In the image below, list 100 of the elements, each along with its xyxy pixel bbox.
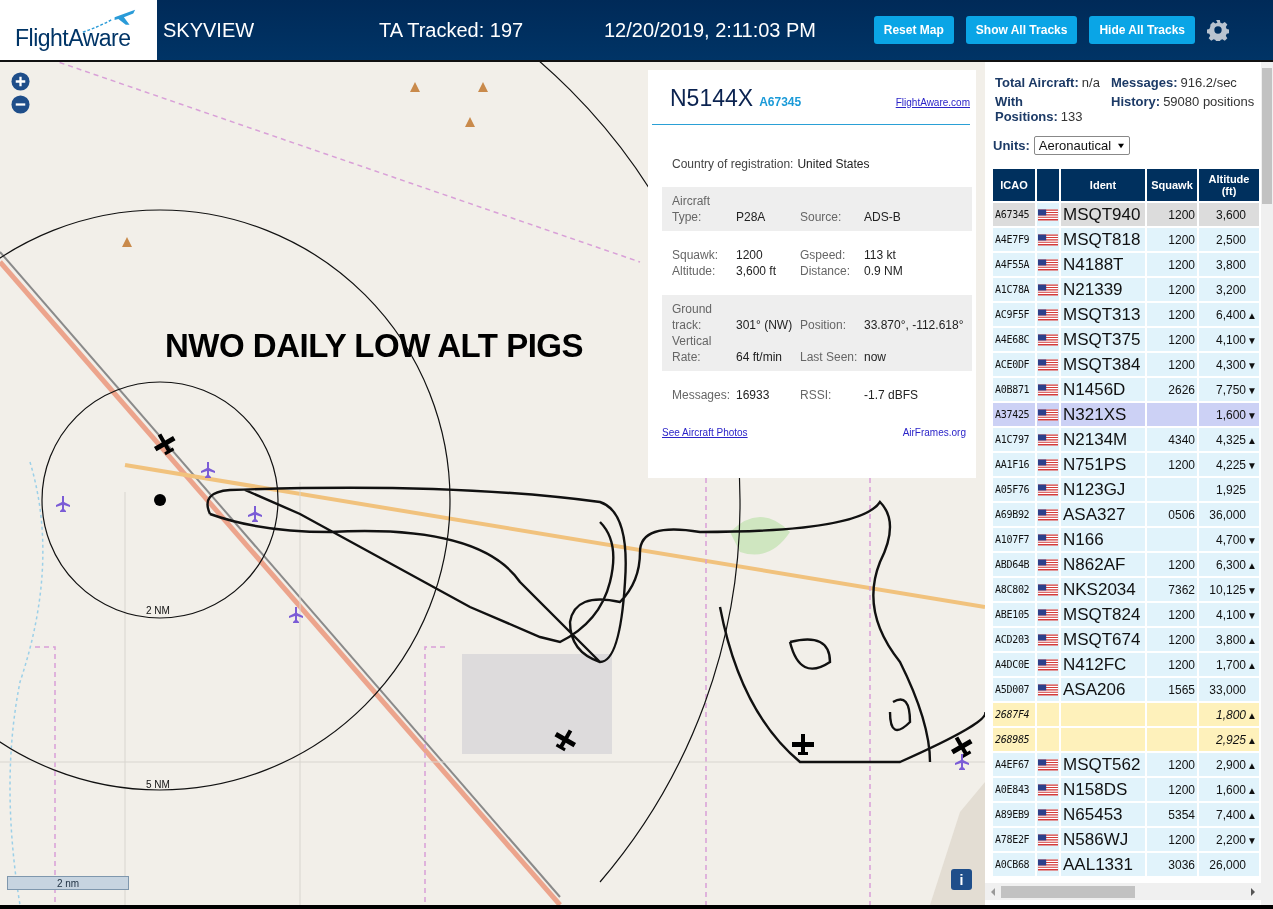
icao-code: A5D007 — [995, 684, 1030, 695]
table-row[interactable]: A1C797 N2134M 4340 4,325▲ — [993, 428, 1259, 451]
site-link[interactable]: FlightAware.com — [895, 97, 970, 108]
altitude-value: 1,700 — [1215, 657, 1246, 672]
column-header[interactable]: Altitude (ft) — [1199, 169, 1259, 201]
table-row[interactable]: ABD64B N862AF 1200 6,300▲ — [993, 553, 1259, 576]
table-row[interactable]: A4E68C MSQT375 1200 4,100▼ — [993, 328, 1259, 351]
airplane-icon[interactable] — [950, 736, 973, 759]
info-button[interactable]: i — [951, 869, 972, 890]
ident-text: MSQT824 — [1063, 604, 1141, 624]
table-row[interactable]: ACE0DF MSQT384 1200 4,300▼ — [993, 353, 1259, 376]
table-row[interactable]: A89EB9 N65453 5354 7,400▲ — [993, 803, 1259, 826]
table-row[interactable]: A0E843 N158DS 1200 1,600▲ — [993, 778, 1259, 801]
squawk-code: 1200 — [1168, 657, 1195, 672]
units-label: Units: — [993, 138, 1030, 153]
altitude-value: 6,300 — [1215, 557, 1246, 572]
units-dropdown[interactable]: Aeronautical — [1033, 136, 1131, 155]
settings-icon[interactable] — [1207, 19, 1229, 41]
vertical-scrollbar[interactable] — [1261, 62, 1273, 905]
table-row[interactable]: A107F7 N166 4,700▼ — [993, 528, 1259, 551]
airplane-icon[interactable] — [554, 729, 577, 752]
table-row[interactable]: ACD203 MSQT674 1200 3,800▲ — [993, 628, 1259, 651]
icao-code: ABE105 — [995, 609, 1030, 620]
table-row[interactable]: ABE105 MSQT824 1200 4,100▼ — [993, 603, 1259, 626]
photos-link[interactable]: See Aircraft Photos — [662, 427, 748, 438]
table-row[interactable]: AC9F5F MSQT313 1200 6,400▲ — [993, 303, 1259, 326]
altitude-value: 7,750 — [1215, 382, 1246, 397]
altitude-value: 2,200 — [1215, 832, 1246, 847]
altitude-value: 3,200 — [1215, 282, 1246, 297]
flag-icon — [1038, 333, 1058, 346]
icao-code: ABD64B — [995, 559, 1030, 570]
table-row[interactable]: 2687F4 1,800▲ — [993, 703, 1259, 726]
horizontal-scrollbar[interactable] — [985, 883, 1261, 900]
column-header[interactable]: Ident — [1061, 169, 1145, 201]
icao-code: A4F55A — [995, 259, 1030, 270]
table-row[interactable]: A4DC0E N412FC 1200 1,700▲ — [993, 653, 1259, 676]
table-row[interactable]: A1C78A N21339 1200 3,200 — [993, 278, 1259, 301]
ident-text: MSQT375 — [1063, 329, 1141, 349]
flag-icon — [1038, 408, 1058, 421]
aircraft-ident: N5144X — [670, 85, 754, 112]
icao-code: AA1F16 — [995, 459, 1030, 470]
table-row[interactable]: A8C802 NKS2034 7362 10,125▼ — [993, 578, 1259, 601]
date-time: 12/20/2019, 2:11:03 PM — [604, 18, 816, 42]
flag-icon — [1038, 383, 1058, 396]
airframes-link[interactable]: AirFrames.org — [902, 427, 966, 438]
icao-code: ACE0DF — [995, 359, 1030, 370]
table-row[interactable]: 268985 2,925▲ — [993, 728, 1259, 751]
airplane-icon[interactable] — [153, 433, 176, 456]
table-row[interactable]: A4E7F9 MSQT818 1200 2,500 — [993, 228, 1259, 251]
ident-text: MSQT940 — [1063, 204, 1141, 224]
table-row[interactable]: A4EF67 MSQT562 1200 2,900▲ — [993, 753, 1259, 776]
squawk-code: 0506 — [1168, 507, 1195, 522]
flag-icon — [1038, 433, 1058, 446]
altitude-value: 4,325 — [1215, 432, 1246, 447]
ident-text: N412FC — [1063, 654, 1127, 674]
column-header[interactable]: Squawk — [1147, 169, 1197, 201]
icao-code: 268985 — [995, 734, 1030, 745]
altitude-value: 1,800 — [1215, 707, 1246, 722]
app-name: SKYVIEW — [163, 18, 256, 42]
field-value: 3,600 ft — [736, 263, 778, 279]
trend-arrow: ▲ — [1246, 434, 1257, 446]
highlighted-row[interactable]: A37425 N321XS 1,600▼ — [993, 403, 1259, 426]
table-row[interactable]: A0CB68 AAL1331 3036 26,000 — [993, 853, 1259, 876]
trend-arrow: ▼ — [1246, 359, 1257, 371]
stat-value: 59080 positions — [1163, 94, 1255, 109]
selected-row[interactable]: A67345 MSQT940 1200 3,600 — [993, 203, 1259, 226]
table-row[interactable]: A78E2F N586WJ 1200 2,200▼ — [993, 828, 1259, 851]
field-value: -1.7 dBFS — [864, 387, 920, 403]
ident-text: ASA327 — [1063, 504, 1126, 524]
field-value: 301° (NW) — [736, 317, 794, 333]
logo-text: FlightAware — [15, 25, 131, 52]
ident-text: MSQT818 — [1063, 229, 1141, 249]
table-row[interactable]: A0B871 N1456D 2626 7,750▼ — [993, 378, 1259, 401]
icao-code: A1C797 — [995, 434, 1030, 445]
zoom-in-icon[interactable] — [11, 72, 30, 91]
range-ring-label: 2 NM — [146, 605, 170, 616]
ident-text: ASA206 — [1063, 679, 1126, 699]
ident-text: N158DS — [1063, 779, 1128, 799]
flag-icon — [1038, 758, 1058, 771]
table-row[interactable]: A69B92 ASA327 0506 36,000 — [993, 503, 1259, 526]
table-row[interactable]: A5D007 ASA206 1565 33,000 — [993, 678, 1259, 701]
icao-code: A78E2F — [995, 834, 1030, 845]
airplane-icon[interactable] — [792, 734, 814, 755]
table-row[interactable]: A4F55A N4188T 1200 3,800 — [993, 253, 1259, 276]
zoom-out-icon[interactable] — [11, 95, 30, 114]
ident-text: N321XS — [1063, 404, 1127, 424]
squawk-code: 1200 — [1168, 357, 1195, 372]
icao-code: A67345 — [759, 95, 802, 109]
icao-code: A69B92 — [995, 509, 1030, 520]
ident-text: N123GJ — [1063, 479, 1126, 499]
altitude-value: 3,800 — [1215, 632, 1246, 647]
scroll-right-icon[interactable] — [1249, 886, 1257, 897]
altitude-value: 10,125 — [1209, 582, 1246, 597]
altitude-value: 4,300 — [1215, 357, 1246, 372]
field-label: Altitude: — [672, 263, 717, 279]
airplane-icon[interactable] — [955, 754, 969, 770]
table-row[interactable]: AA1F16 N751PS 1200 4,225▼ — [993, 453, 1259, 476]
squawk-code: 5354 — [1168, 807, 1195, 822]
column-header[interactable]: ICAO — [993, 169, 1035, 201]
table-row[interactable]: A05F76 N123GJ 1,925 — [993, 478, 1259, 501]
